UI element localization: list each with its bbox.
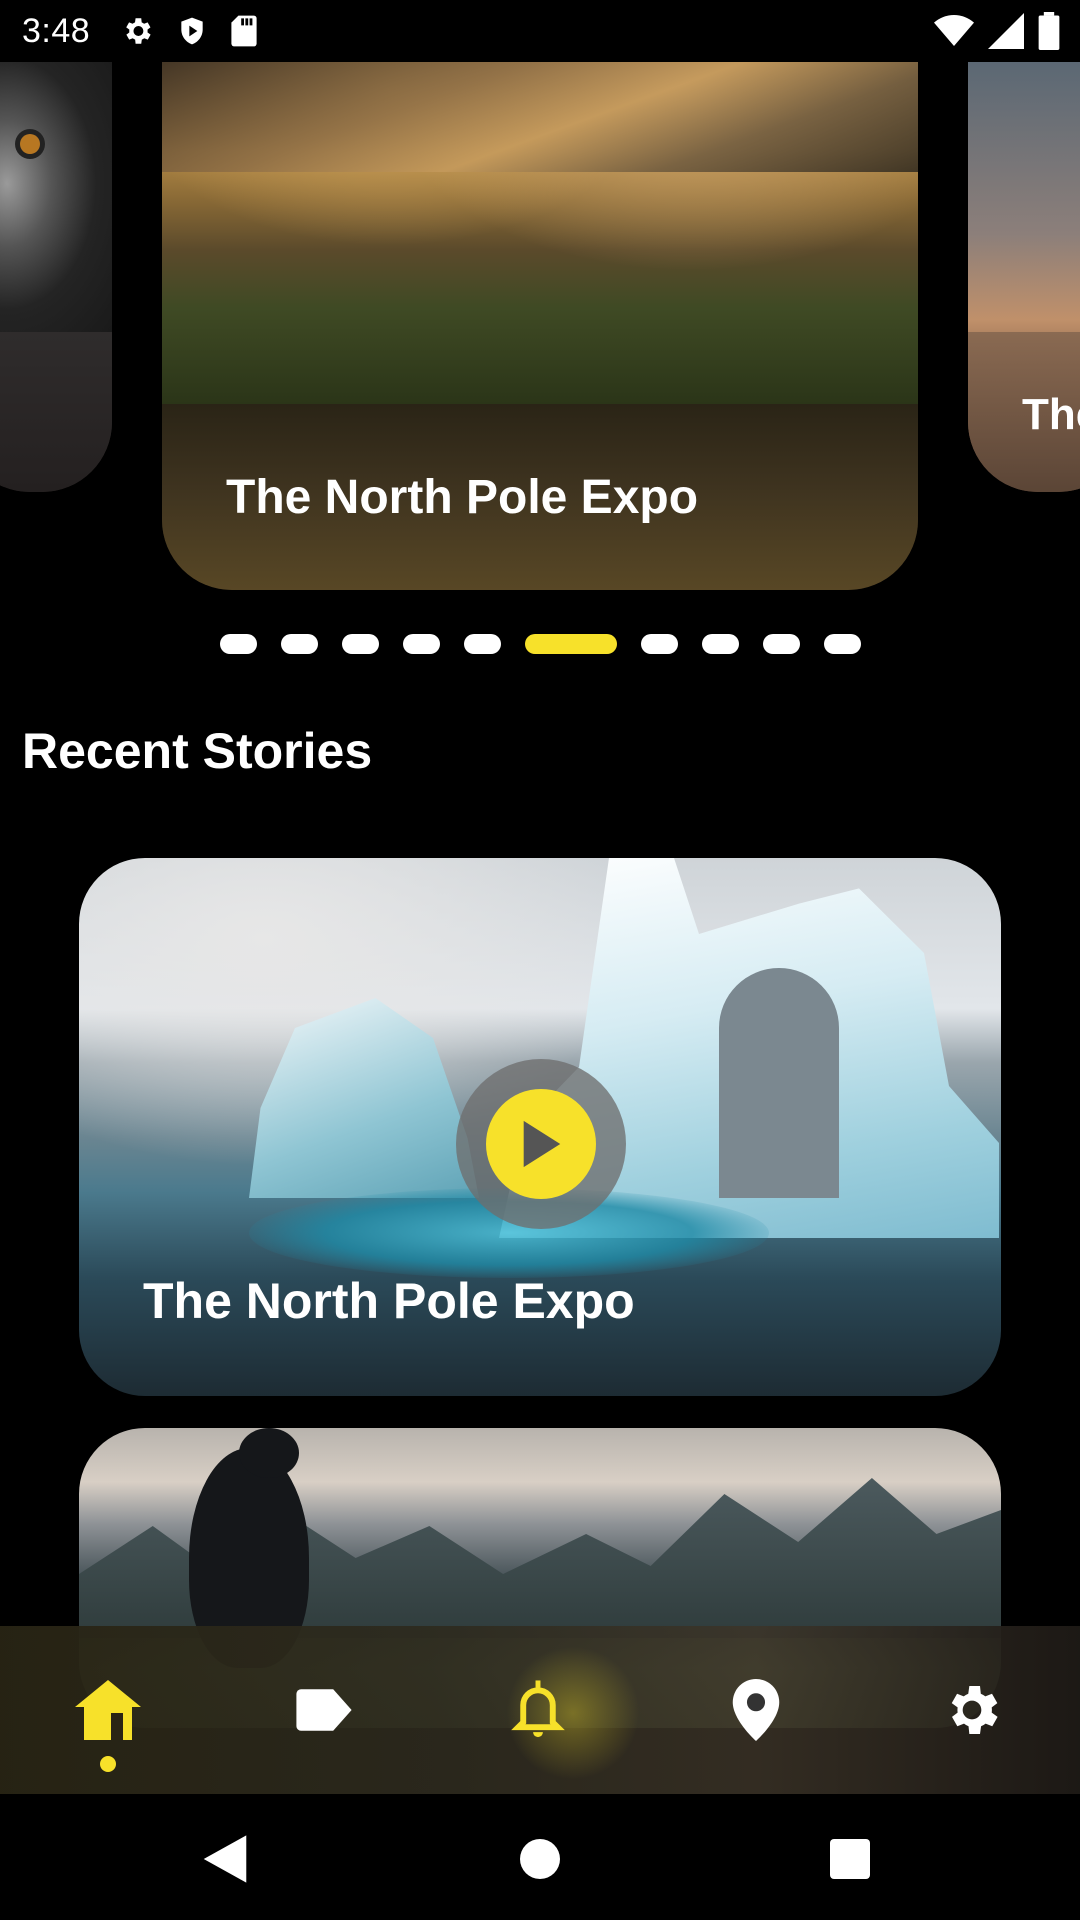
pager-dot[interactable] [640,634,678,654]
nav-tag[interactable] [264,1626,384,1794]
iceberg-image-left [249,998,479,1198]
sd-card-icon [231,15,257,47]
system-navigation-bar [0,1794,1080,1920]
mountain-valley-image [162,62,918,404]
story-card[interactable]: The North Pole Expo [79,858,1001,1396]
wifi-icon [934,15,974,46]
carousel-card-left[interactable] [0,62,112,492]
mountain-ridge [162,62,918,172]
pager-dot[interactable] [280,634,318,654]
shield-play-icon [181,17,203,45]
iceberg-arch [719,968,839,1198]
bell-icon [511,1680,565,1738]
carousel-card-main[interactable]: The North Pole Expo [162,62,918,590]
home-circle-icon [520,1839,560,1879]
nav-settings[interactable] [912,1626,1032,1794]
status-bar: 3:48 [0,0,1080,62]
gear-icon [126,18,151,44]
play-icon [523,1120,561,1168]
monkey-eye [20,134,40,154]
back-button[interactable] [190,1824,260,1894]
play-circle[interactable] [486,1089,596,1199]
play-button[interactable] [456,1059,626,1229]
nav-notifications[interactable] [478,1626,640,1794]
pager-dot[interactable] [463,634,501,654]
status-left-icons [120,14,258,48]
battery-icon [1038,12,1060,50]
section-title: Recent Stories [22,723,373,779]
nav-location[interactable] [696,1626,816,1794]
monkey-image [0,62,112,332]
pager-dot[interactable] [762,634,800,654]
carousel-card-right[interactable]: The [968,62,1080,492]
story-title: The North Pole Expo [143,1273,635,1329]
pager-dot[interactable] [402,634,440,654]
carousel-card-right-title: The [1022,390,1080,439]
cormorant-head [239,1428,299,1478]
recents-button[interactable] [815,1824,885,1894]
gear-icon [951,1686,998,1734]
home-button[interactable] [505,1824,575,1894]
location-pin-icon [732,1679,780,1741]
recents-square-icon [830,1839,870,1879]
featured-carousel[interactable]: The North Pole Expo The [0,62,1080,592]
pager-dot-active[interactable] [524,634,617,654]
back-triangle-icon [203,1835,247,1883]
bottom-navigation [0,1626,1080,1794]
active-indicator-dot [100,1756,116,1772]
carousel-pager-dots [0,634,1080,654]
card-caption-area [0,332,112,492]
pager-dot[interactable] [219,634,257,654]
status-time: 3:48 [22,11,91,50]
pager-dot[interactable] [701,634,739,654]
cell-signal-icon [988,13,1024,49]
home-icon [75,1680,141,1740]
tag-icon [296,1689,352,1731]
status-right-icons [934,12,1060,50]
pager-dot[interactable] [823,634,861,654]
pager-dot[interactable] [341,634,379,654]
carousel-card-title: The North Pole Expo [226,471,699,524]
